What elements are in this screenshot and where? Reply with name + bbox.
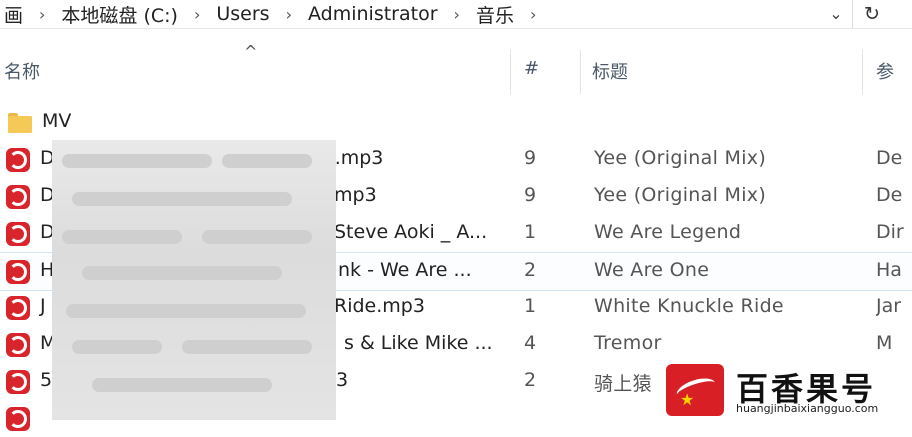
file-name: 5 [40, 369, 53, 391]
file-name: J [40, 295, 46, 317]
track-artist: Dir [876, 221, 904, 243]
chevron-right-icon: › [285, 4, 292, 24]
file-name-tail: 3 [336, 369, 349, 391]
netease-music-icon [6, 148, 30, 172]
chevron-right-icon: › [453, 4, 460, 24]
watermark-url: huangjinbaixiangguo.com [736, 402, 879, 415]
track-number: 2 [524, 369, 537, 391]
column-name[interactable]: 名称 [4, 58, 40, 84]
chevron-right-icon: › [529, 4, 537, 24]
track-number: 1 [524, 295, 537, 317]
breadcrumb-administrator[interactable]: Administrator [308, 0, 438, 28]
netease-music-icon [6, 296, 30, 320]
column-divider[interactable] [580, 50, 581, 94]
address-bar[interactable]: 画 › 本地磁盘 (C:) › Users › Administrator › … [0, 0, 912, 29]
track-artist: Ha [876, 259, 902, 281]
folder-icon [8, 113, 32, 133]
file-name-tail: Ride.mp3 [334, 295, 425, 317]
netease-music-icon [6, 407, 30, 431]
track-title: We Are One [594, 259, 710, 281]
track-number: 9 [524, 184, 537, 206]
column-divider[interactable] [862, 50, 863, 94]
sort-ascending-icon: ^ [244, 42, 258, 61]
column-number[interactable]: # [524, 58, 539, 79]
breadcrumb-music[interactable]: 音乐 [476, 0, 514, 28]
track-number: 2 [524, 259, 537, 281]
file-name: MV [42, 110, 72, 132]
track-number: 4 [524, 332, 537, 354]
netease-music-icon [6, 185, 30, 209]
column-divider[interactable] [510, 50, 511, 94]
track-title: 骑上猿 [594, 373, 652, 395]
track-title: Yee (Original Mix) [594, 184, 767, 206]
chevron-down-icon[interactable]: ⌄ [826, 4, 846, 24]
chevron-right-icon: › [193, 4, 201, 24]
netease-music-icon [6, 260, 30, 284]
column-header: ^ 名称 # 标题 参 [0, 42, 912, 96]
breadcrumb-lead[interactable]: 画 [4, 0, 23, 28]
track-number: 1 [524, 221, 537, 243]
track-title: Yee (Original Mix) [594, 147, 767, 169]
column-artist[interactable]: 参 [876, 58, 894, 84]
chevron-right-icon: › [39, 4, 46, 24]
watermark: ★ 百香果号 huangjinbaixiangguo.com [666, 362, 912, 420]
refresh-icon[interactable]: ↻ [852, 0, 891, 28]
track-title: Tremor [594, 332, 662, 354]
breadcrumb-drive[interactable]: 本地磁盘 (C:) [61, 0, 178, 28]
track-artist: De [876, 184, 903, 206]
track-title: We Are Legend [594, 221, 742, 243]
file-name-tail: Steve Aoki _ A... [334, 221, 488, 243]
netease-music-icon [6, 333, 30, 357]
file-name-tail: nk - We Are ... [338, 259, 472, 281]
file-name-tail: mp3 [334, 184, 377, 206]
netease-music-icon [6, 370, 30, 394]
track-artist: Jar [876, 295, 902, 317]
track-artist: De [876, 147, 903, 169]
track-artist: M [876, 332, 893, 354]
track-title: White Knuckle Ride [594, 295, 784, 317]
netease-music-icon [6, 222, 30, 246]
breadcrumb-users[interactable]: Users [216, 0, 269, 28]
watermark-logo-icon: ★ [666, 364, 724, 416]
column-title[interactable]: 标题 [592, 58, 628, 84]
list-item[interactable]: MV [0, 104, 912, 141]
track-number: 9 [524, 147, 537, 169]
file-name-tail: s & Like Mike ... [344, 332, 493, 354]
blurred-region [52, 140, 336, 420]
